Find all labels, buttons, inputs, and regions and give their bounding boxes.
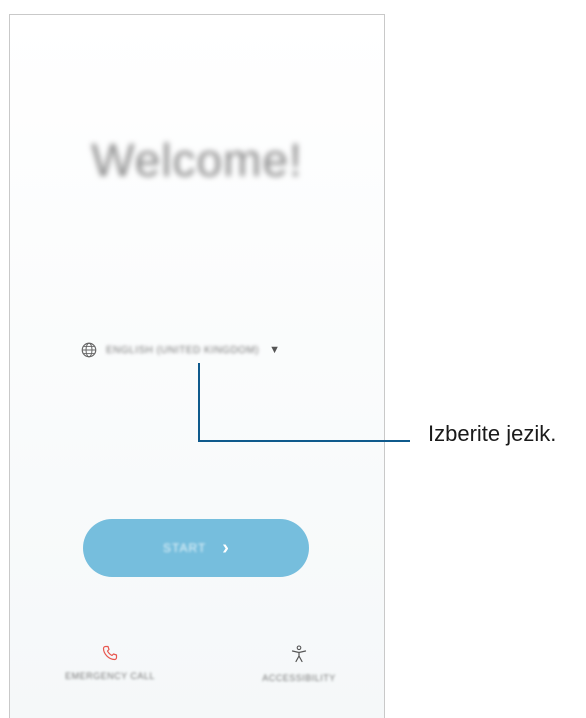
- phone-screen: Welcome! ENGLISH (UNITED KINGDOM) ▼ STAR…: [9, 14, 385, 718]
- chevron-right-icon: ›: [222, 536, 229, 559]
- phone-icon: [102, 645, 118, 661]
- start-button[interactable]: START ›: [83, 519, 309, 577]
- accessibility-button[interactable]: ACCESSIBILITY: [224, 645, 374, 683]
- emergency-call-button[interactable]: EMERGENCY CALL: [35, 645, 185, 681]
- emergency-call-label: EMERGENCY CALL: [65, 671, 155, 681]
- chevron-down-icon: ▼: [269, 344, 281, 356]
- language-value: ENGLISH (UNITED KINGDOM): [106, 344, 260, 356]
- globe-icon: [81, 342, 97, 358]
- language-selector[interactable]: ENGLISH (UNITED KINGDOM) ▼: [80, 338, 320, 362]
- callout-label: Izberite jezik.: [428, 421, 557, 446]
- accessibility-label: ACCESSIBILITY: [262, 673, 336, 683]
- start-button-label: START: [163, 541, 207, 555]
- welcome-title: Welcome!: [91, 134, 303, 186]
- accessibility-icon: [291, 645, 307, 663]
